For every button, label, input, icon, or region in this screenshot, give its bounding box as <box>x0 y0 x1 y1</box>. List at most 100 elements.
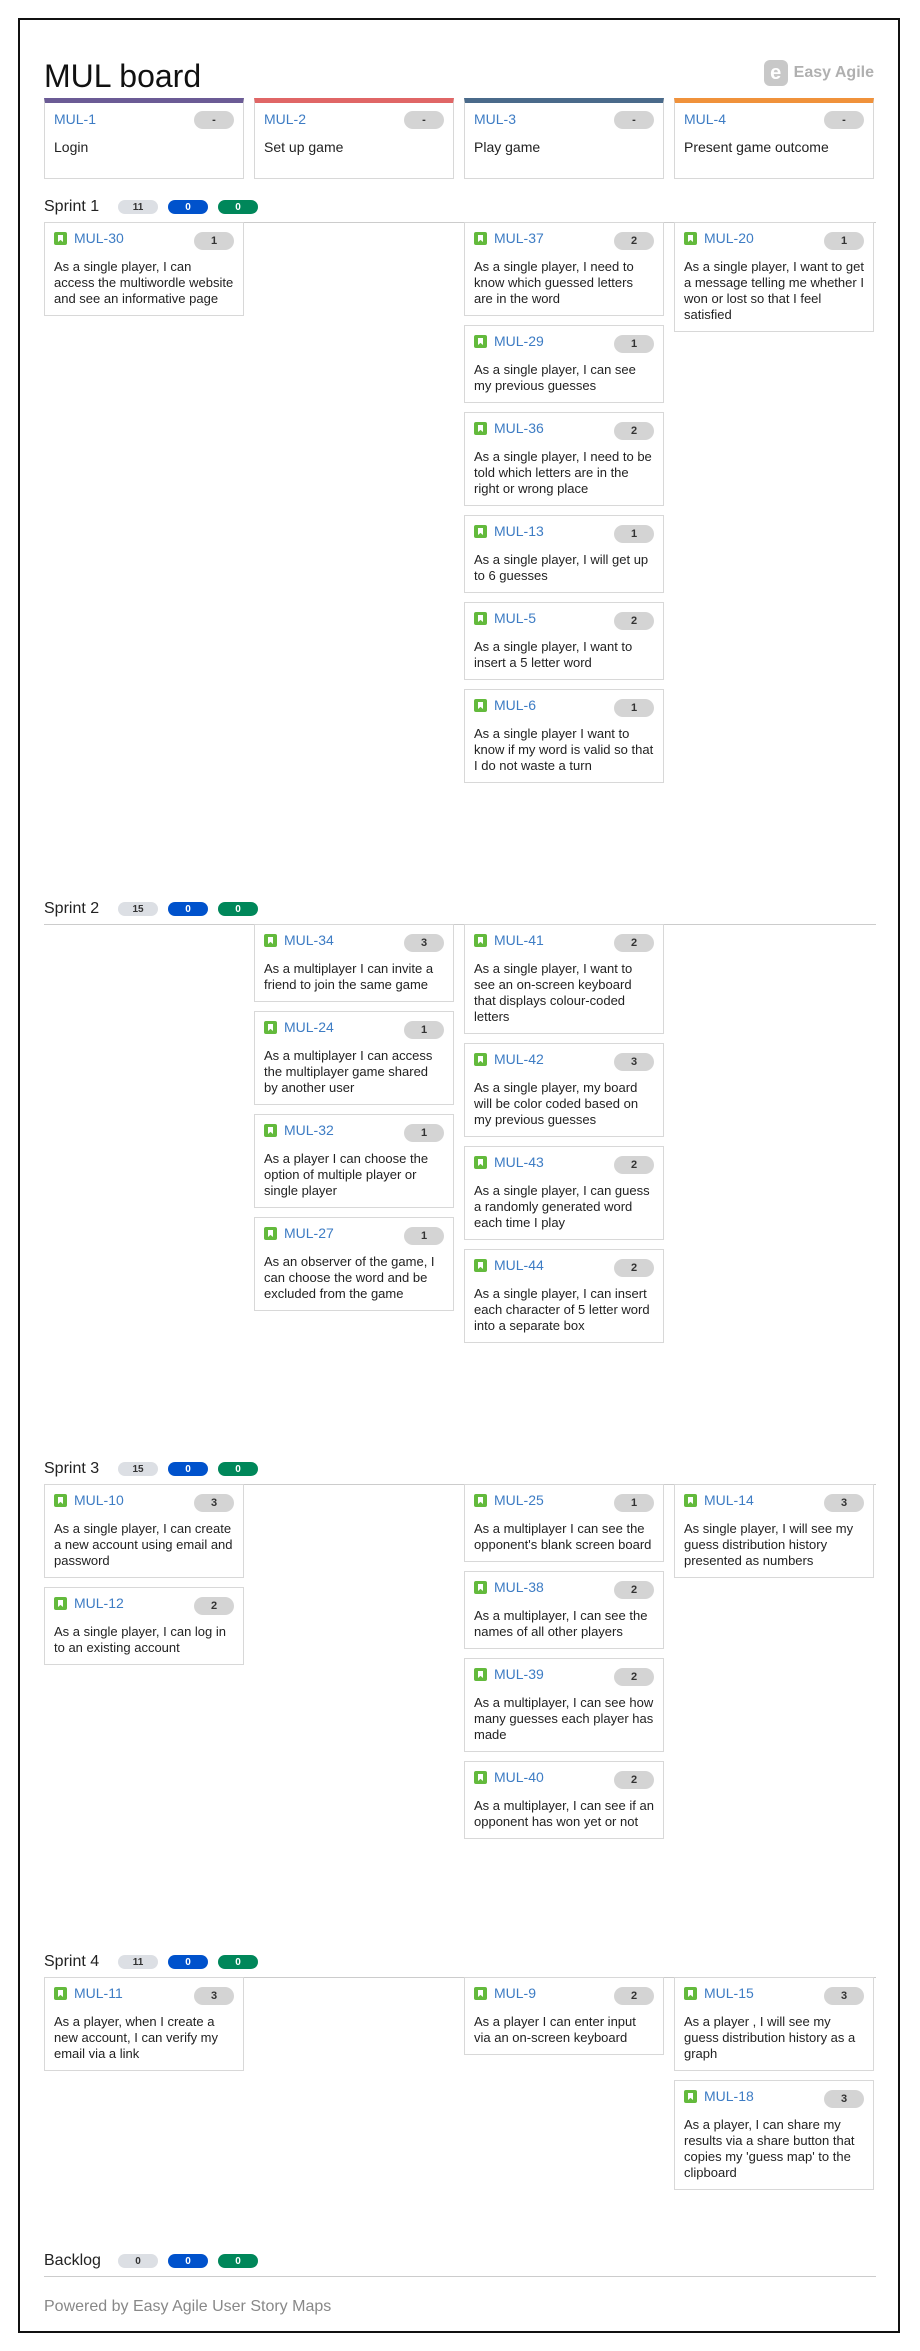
story-icon <box>684 1987 697 2000</box>
story-key[interactable]: MUL-25 <box>494 1492 544 1508</box>
story-key[interactable]: MUL-18 <box>704 2088 754 2104</box>
story-points-badge: 2 <box>194 1597 234 1615</box>
story-card[interactable]: MUL-37 2 As a single player, I need to kno… <box>464 222 664 316</box>
story-key[interactable]: MUL-10 <box>74 1492 124 1508</box>
sprint-done-badge: 0 <box>218 2254 258 2268</box>
story-card[interactable]: MUL-42 3 As a single player, my board will… <box>464 1043 664 1137</box>
story-key[interactable]: MUL-44 <box>494 1257 544 1273</box>
epic-points-badge: - <box>194 111 234 129</box>
story-icon <box>474 934 487 947</box>
epic-name: Present game outcome <box>684 139 829 155</box>
story-card[interactable]: MUL-29 1 As a single player, I can see my … <box>464 325 664 403</box>
story-key[interactable]: MUL-36 <box>494 420 544 436</box>
story-icon <box>264 1021 277 1034</box>
story-points-badge: 1 <box>614 335 654 353</box>
story-key[interactable]: MUL-42 <box>494 1051 544 1067</box>
story-card[interactable]: MUL-30 1 As a single player, I can access … <box>44 222 244 316</box>
story-card[interactable]: MUL-15 3 As a player , I will see my guess… <box>674 1977 874 2071</box>
story-card[interactable]: MUL-18 3 As a player, I can share my resul… <box>674 2080 874 2190</box>
story-icon <box>264 1227 277 1240</box>
epic-key[interactable]: MUL-3 <box>474 111 516 127</box>
epic-key[interactable]: MUL-1 <box>54 111 96 127</box>
story-card[interactable]: MUL-43 2 As a single player, I can guess a… <box>464 1146 664 1240</box>
epic-card[interactable]: MUL-1 - Login <box>44 98 244 179</box>
story-card[interactable]: MUL-41 2 As a single player, I want to see… <box>464 924 664 1034</box>
story-icon <box>474 1494 487 1507</box>
story-points-badge: 1 <box>614 525 654 543</box>
story-icon <box>474 525 487 538</box>
sprint-done-badge: 0 <box>218 1462 258 1476</box>
story-card[interactable]: MUL-32 1 As a player I can choose the opti… <box>254 1114 454 1208</box>
story-card[interactable]: MUL-10 3 As a single player, I can create … <box>44 1484 244 1578</box>
story-card[interactable]: MUL-27 1 As an observer of the game, I can… <box>254 1217 454 1311</box>
board-header: MUL board e Easy Agile <box>44 36 874 94</box>
sprint-name[interactable]: Backlog <box>44 2252 101 2270</box>
story-key[interactable]: MUL-27 <box>284 1225 334 1241</box>
story-card[interactable]: MUL-5 2 As a single player, I want to inse… <box>464 602 664 680</box>
story-key[interactable]: MUL-13 <box>494 523 544 539</box>
story-icon <box>264 1124 277 1137</box>
sprint-name[interactable]: Sprint 1 <box>44 198 99 216</box>
epic-key[interactable]: MUL-2 <box>264 111 306 127</box>
story-key[interactable]: MUL-41 <box>494 932 544 948</box>
epic-name: Login <box>54 139 89 155</box>
story-card[interactable]: MUL-11 3 As a player, when I create a new … <box>44 1977 244 2071</box>
story-card[interactable]: MUL-20 1 As a single player, I want to get… <box>674 222 874 332</box>
sprint-in-progress-badge: 0 <box>168 902 208 916</box>
story-key[interactable]: MUL-37 <box>494 230 544 246</box>
story-key[interactable]: MUL-20 <box>704 230 754 246</box>
story-key[interactable]: MUL-39 <box>494 1666 544 1682</box>
story-card[interactable]: MUL-12 2 As a single player, I can log in … <box>44 1587 244 1665</box>
story-card[interactable]: MUL-6 1 As a single player I want to know … <box>464 689 664 783</box>
story-key[interactable]: MUL-15 <box>704 1985 754 2001</box>
story-icon <box>54 232 67 245</box>
story-key[interactable]: MUL-29 <box>494 333 544 349</box>
epic-card[interactable]: MUL-4 - Present game outcome <box>674 98 874 179</box>
story-card[interactable]: MUL-34 3 As a multiplayer I can invite a f… <box>254 924 454 1002</box>
story-icon <box>474 335 487 348</box>
story-key[interactable]: MUL-30 <box>74 230 124 246</box>
story-key[interactable]: MUL-24 <box>284 1019 334 1035</box>
sprint-column: MUL-41 2 As a single player, I want to see… <box>464 924 664 1352</box>
story-key[interactable]: MUL-43 <box>494 1154 544 1170</box>
epic-card[interactable]: MUL-3 - Play game <box>464 98 664 179</box>
story-icon <box>474 1053 487 1066</box>
story-card[interactable]: MUL-24 1 As a multiplayer I can access the… <box>254 1011 454 1105</box>
sprint-name[interactable]: Sprint 3 <box>44 1460 99 1478</box>
story-key[interactable]: MUL-38 <box>494 1579 544 1595</box>
story-points-badge: 2 <box>614 1987 654 2005</box>
story-points-badge: 2 <box>614 934 654 952</box>
story-key[interactable]: MUL-14 <box>704 1492 754 1508</box>
story-key[interactable]: MUL-5 <box>494 610 536 626</box>
story-key[interactable]: MUL-11 <box>74 1985 123 2001</box>
sprint-total-points-badge: 15 <box>118 902 158 916</box>
footer-text: Powered by Easy Agile User Story Maps <box>44 2298 332 2315</box>
sprint-column: MUL-14 3 As single player, I will see my g… <box>674 1484 874 1587</box>
page-title: MUL board <box>44 58 202 94</box>
story-card[interactable]: MUL-39 2 As a multiplayer, I can see how m… <box>464 1658 664 1752</box>
board-frame: MUL board e Easy Agile MUL-1 - Login MUL-2 -… <box>18 18 900 2333</box>
story-key[interactable]: MUL-12 <box>74 1595 124 1611</box>
story-card[interactable]: MUL-36 2 As a single player, I need to be … <box>464 412 664 506</box>
story-key[interactable]: MUL-40 <box>494 1769 544 1785</box>
sprint-row: Sprint 2 15 0 0 MUL-34 3 As a multiplayer I ca… <box>44 900 876 1343</box>
story-key[interactable]: MUL-6 <box>494 697 536 713</box>
story-card[interactable]: MUL-38 2 As a multiplayer, I can see the n… <box>464 1571 664 1649</box>
sprint-column: MUL-30 1 As a single player, I can access … <box>44 222 244 325</box>
sprint-name[interactable]: Sprint 2 <box>44 900 99 918</box>
sprint-done-badge: 0 <box>218 200 258 214</box>
story-card[interactable]: MUL-9 2 As a player I can enter input via … <box>464 1977 664 2055</box>
story-card[interactable]: MUL-13 1 As a single player, I will get up… <box>464 515 664 593</box>
story-key[interactable]: MUL-34 <box>284 932 334 948</box>
epic-key[interactable]: MUL-4 <box>684 111 726 127</box>
epic-card[interactable]: MUL-2 - Set up game <box>254 98 454 179</box>
story-card[interactable]: MUL-14 3 As single player, I will see my g… <box>674 1484 874 1578</box>
story-card[interactable]: MUL-40 2 As a multiplayer, I can see if an… <box>464 1761 664 1839</box>
story-card[interactable]: MUL-25 1 As a multiplayer I can see the op… <box>464 1484 664 1562</box>
story-icon <box>684 2090 697 2103</box>
story-key[interactable]: MUL-32 <box>284 1122 334 1138</box>
story-card[interactable]: MUL-44 2 As a single player, I can insert … <box>464 1249 664 1343</box>
sprint-header: Sprint 4 11 0 0 <box>44 1953 876 1978</box>
sprint-name[interactable]: Sprint 4 <box>44 1953 99 1971</box>
story-key[interactable]: MUL-9 <box>494 1985 536 2001</box>
